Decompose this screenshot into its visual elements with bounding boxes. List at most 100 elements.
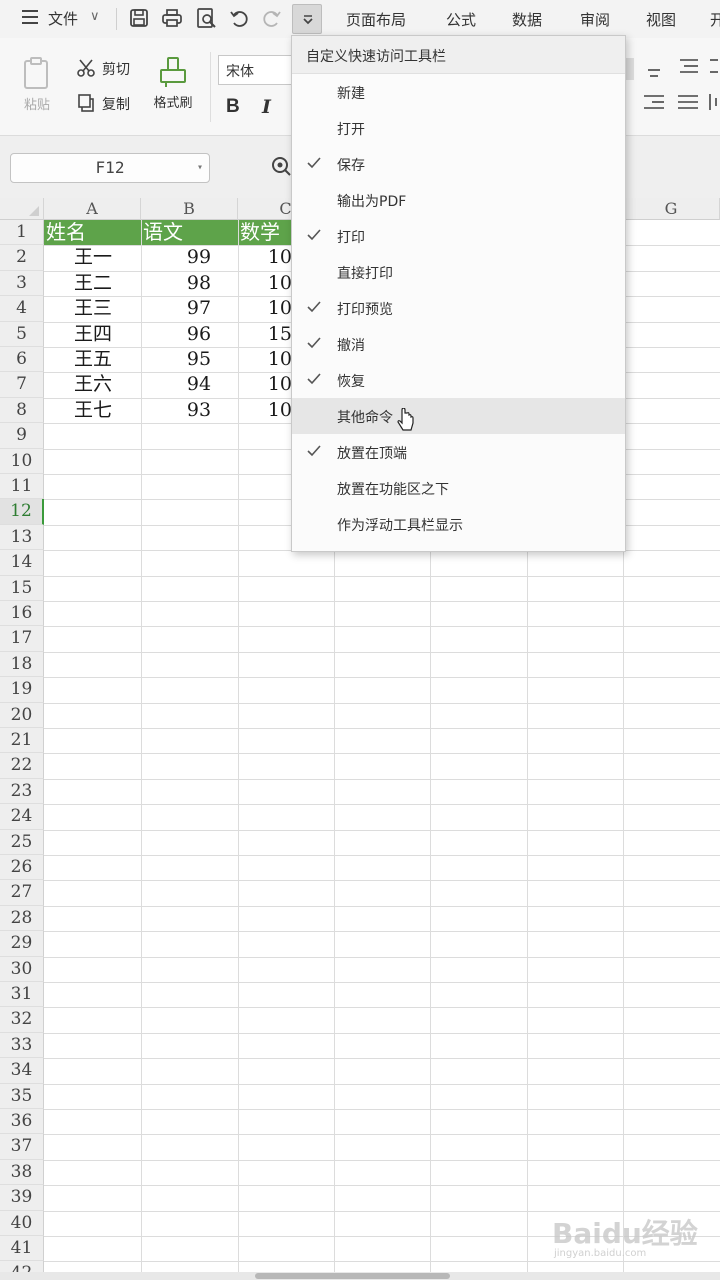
row-header-35[interactable]: 35 bbox=[0, 1083, 44, 1109]
menu-item-4[interactable]: 打印 bbox=[292, 218, 625, 254]
row-header-36[interactable]: 36 bbox=[0, 1109, 44, 1135]
row-header-33[interactable]: 33 bbox=[0, 1032, 44, 1059]
undo-icon[interactable] bbox=[228, 7, 250, 29]
font-name-select[interactable]: 宋体 bbox=[218, 55, 298, 85]
row-header-14[interactable]: 14 bbox=[0, 550, 44, 576]
customize-quick-access-button[interactable] bbox=[292, 4, 322, 34]
chevron-down-icon[interactable]: ▾ bbox=[197, 154, 203, 182]
row-header-10[interactable]: 10 bbox=[0, 448, 44, 474]
row-header-32[interactable]: 32 bbox=[0, 1007, 44, 1033]
menu-item-1[interactable]: 打开 bbox=[292, 110, 625, 146]
cell-b4[interactable]: 97 bbox=[143, 296, 235, 321]
cell-b3[interactable]: 98 bbox=[143, 271, 235, 296]
row-header-23[interactable]: 23 bbox=[0, 778, 44, 805]
tab-formulas[interactable]: 公式 bbox=[446, 9, 476, 30]
row-header-41[interactable]: 41 bbox=[0, 1236, 44, 1262]
bold-button[interactable]: B bbox=[226, 96, 240, 118]
menu-item-6[interactable]: 打印预览 bbox=[292, 290, 625, 326]
alignment-icons[interactable] bbox=[622, 56, 718, 126]
row-header-7[interactable]: 7 bbox=[0, 372, 44, 398]
cell-a7[interactable]: 王六 bbox=[46, 372, 140, 397]
cell-a1[interactable]: 姓名 bbox=[46, 220, 140, 245]
cell-c6[interactable]: 10 bbox=[240, 347, 292, 372]
row-header-26[interactable]: 26 bbox=[0, 855, 44, 881]
menu-item-3[interactable]: 输出为PDF bbox=[292, 182, 625, 218]
cell-c4[interactable]: 10 bbox=[240, 296, 292, 321]
row-header-20[interactable]: 20 bbox=[0, 702, 44, 728]
cell-c1[interactable]: 数学 bbox=[240, 220, 292, 245]
row-header-3[interactable]: 3 bbox=[0, 270, 44, 297]
horizontal-scrollbar[interactable] bbox=[0, 1272, 720, 1280]
print-preview-icon[interactable] bbox=[195, 7, 217, 29]
scrollbar-thumb[interactable] bbox=[255, 1273, 450, 1279]
column-header-b[interactable]: B bbox=[141, 198, 238, 220]
cell-b1[interactable]: 语文 bbox=[143, 220, 237, 245]
row-header-2[interactable]: 2 bbox=[0, 245, 44, 271]
redo-icon[interactable] bbox=[261, 7, 283, 29]
menu-item-10[interactable]: 放置在顶端 bbox=[292, 434, 625, 470]
copy-button[interactable]: 复制 bbox=[76, 93, 130, 114]
row-header-39[interactable]: 39 bbox=[0, 1185, 44, 1211]
menu-item-9[interactable]: 其他命令 bbox=[292, 398, 625, 434]
row-header-6[interactable]: 6 bbox=[0, 347, 44, 373]
row-header-16[interactable]: 16 bbox=[0, 601, 44, 627]
cell-c7[interactable]: 10 bbox=[240, 372, 292, 397]
tab-more[interactable]: 开 bbox=[710, 9, 720, 30]
tab-view[interactable]: 视图 bbox=[646, 9, 676, 30]
tab-review[interactable]: 审阅 bbox=[580, 9, 610, 30]
menu-item-11[interactable]: 放置在功能区之下 bbox=[292, 470, 625, 506]
row-header-9[interactable]: 9 bbox=[0, 423, 44, 449]
row-header-18[interactable]: 18 bbox=[0, 651, 44, 678]
zoom-icon[interactable] bbox=[270, 155, 292, 177]
cell-a2[interactable]: 王一 bbox=[46, 245, 140, 270]
row-header-15[interactable]: 15 bbox=[0, 575, 44, 601]
column-header-a[interactable]: A bbox=[44, 198, 141, 220]
row-header-27[interactable]: 27 bbox=[0, 880, 44, 906]
select-all-corner[interactable] bbox=[0, 198, 44, 220]
cell-b6[interactable]: 95 bbox=[143, 347, 235, 372]
row-header-40[interactable]: 40 bbox=[0, 1210, 44, 1236]
menu-item-8[interactable]: 恢复 bbox=[292, 362, 625, 398]
row-header-25[interactable]: 25 bbox=[0, 829, 44, 855]
cell-b2[interactable]: 99 bbox=[143, 245, 235, 270]
row-header-29[interactable]: 29 bbox=[0, 931, 44, 957]
save-icon[interactable] bbox=[128, 7, 150, 29]
row-header-19[interactable]: 19 bbox=[0, 677, 44, 703]
row-header-34[interactable]: 34 bbox=[0, 1058, 44, 1084]
menu-item-7[interactable]: 撤消 bbox=[292, 326, 625, 362]
cell-a8[interactable]: 王七 bbox=[46, 398, 140, 423]
menu-item-0[interactable]: 新建 bbox=[292, 74, 625, 110]
cell-a6[interactable]: 王五 bbox=[46, 347, 140, 372]
row-header-37[interactable]: 37 bbox=[0, 1134, 44, 1160]
column-header-g[interactable]: G bbox=[623, 198, 720, 220]
row-header-31[interactable]: 31 bbox=[0, 982, 44, 1008]
cell-b8[interactable]: 93 bbox=[143, 398, 235, 423]
cell-c3[interactable]: 10 bbox=[240, 271, 292, 296]
cut-button[interactable]: 剪切 bbox=[76, 58, 130, 79]
row-header-38[interactable]: 38 bbox=[0, 1159, 44, 1186]
menu-icon[interactable] bbox=[22, 10, 38, 24]
row-header-8[interactable]: 8 bbox=[0, 397, 44, 424]
row-header-22[interactable]: 22 bbox=[0, 753, 44, 779]
file-menu[interactable]: 文件 bbox=[48, 8, 78, 29]
row-header-24[interactable]: 24 bbox=[0, 804, 44, 830]
tab-data[interactable]: 数据 bbox=[512, 9, 542, 30]
cell-c2[interactable]: 10 bbox=[240, 245, 292, 270]
row-header-28[interactable]: 28 bbox=[0, 905, 44, 932]
row-header-1[interactable]: 1 bbox=[0, 220, 44, 246]
print-icon[interactable] bbox=[161, 7, 183, 29]
cell-a4[interactable]: 王三 bbox=[46, 296, 140, 321]
row-header-11[interactable]: 11 bbox=[0, 474, 44, 500]
tab-page-layout[interactable]: 页面布局 bbox=[346, 9, 406, 30]
cell-b5[interactable]: 96 bbox=[143, 322, 235, 347]
italic-button[interactable]: I bbox=[262, 96, 271, 118]
row-header-13[interactable]: 13 bbox=[0, 524, 44, 551]
cell-b7[interactable]: 94 bbox=[143, 372, 235, 397]
row-header-5[interactable]: 5 bbox=[0, 321, 44, 347]
menu-item-5[interactable]: 直接打印 bbox=[292, 254, 625, 290]
chevron-down-icon[interactable]: ∨ bbox=[90, 9, 100, 24]
row-header-17[interactable]: 17 bbox=[0, 626, 44, 652]
cell-c5[interactable]: 15 bbox=[240, 322, 292, 347]
format-painter-button[interactable]: 格式刷 bbox=[146, 56, 200, 111]
menu-item-12[interactable]: 作为浮动工具栏显示 bbox=[292, 506, 625, 542]
